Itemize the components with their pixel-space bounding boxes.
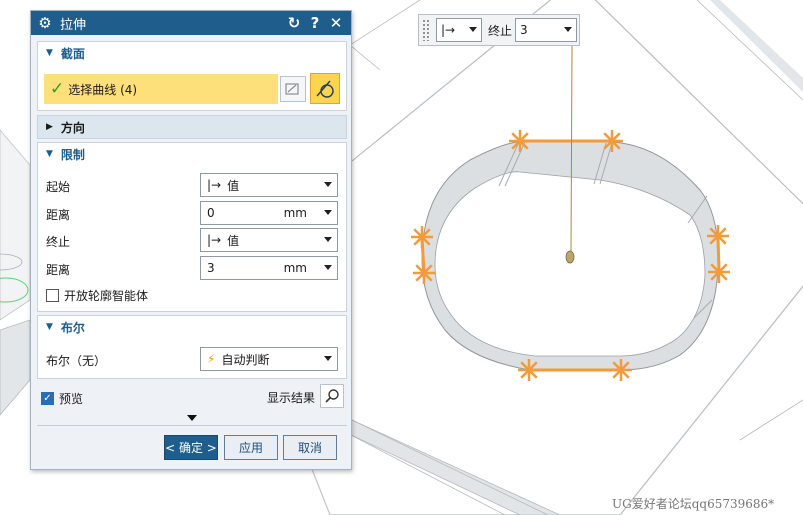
- sketch-section-icon: [285, 83, 299, 95]
- watermark-text: UG爱好者论坛qq65739686*: [612, 497, 775, 511]
- endpoint-handle[interactable]: [411, 226, 433, 248]
- cancel-button[interactable]: 取消: [283, 435, 337, 460]
- drag-handle[interactable]: [565, 250, 575, 264]
- check-icon: ✓: [50, 79, 65, 99]
- start-limit-dropdown[interactable]: |→ 值: [200, 173, 338, 197]
- preview-checkbox[interactable]: ✓: [41, 391, 54, 405]
- limits-group: ▼ 限制 起始 |→ 值 距离 0 mm 终止 |→ 值 距离 3 mm 开放轮…: [37, 142, 347, 312]
- background-part-left: [0, 129, 31, 416]
- chevron-down-icon: [324, 182, 332, 187]
- boolean-label: 布尔（无）: [46, 353, 107, 368]
- expand-triangle-icon: ▼: [46, 322, 53, 332]
- show-result-label: 显示结果: [267, 391, 316, 405]
- collapsed-triangle-icon: ▶: [46, 122, 53, 132]
- section-group: ▼ 截面 ✓ 选择曲线 (4): [37, 41, 347, 111]
- endpoint-handle[interactable]: [601, 130, 623, 152]
- floating-end-distance-input[interactable]: 3: [515, 18, 578, 42]
- chevron-down-icon: [324, 237, 332, 242]
- end-distance-value: 3: [207, 261, 215, 275]
- dialog-title-bar[interactable]: ⚙ 拉伸 ↻ ? ✕: [31, 11, 351, 35]
- start-limit-value: 值: [227, 178, 240, 193]
- chevron-down-icon: [324, 210, 332, 215]
- gear-icon[interactable]: ⚙: [37, 14, 53, 32]
- endpoint-handle[interactable]: [509, 130, 531, 152]
- show-result-button[interactable]: [320, 384, 344, 408]
- help-icon[interactable]: ?: [306, 14, 324, 32]
- direction-group-title: 方向: [60, 120, 85, 135]
- start-distance-value: 0: [207, 206, 215, 220]
- start-distance-unit: mm: [283, 206, 307, 220]
- section-group-title: 截面: [60, 46, 85, 61]
- apply-button[interactable]: 应用: [224, 435, 278, 460]
- endpoint-handle[interactable]: [413, 262, 435, 284]
- close-icon[interactable]: ✕: [327, 14, 345, 32]
- endpoint-handle[interactable]: [610, 359, 632, 381]
- endpoint-handle[interactable]: [708, 261, 730, 283]
- boolean-group: ▼ 布尔 布尔（无） ⚡ 自动判断: [37, 315, 347, 379]
- end-label: 终止: [46, 234, 71, 249]
- start-distance-row: 距离: [46, 203, 70, 225]
- section-group-header[interactable]: ▼ 截面: [38, 42, 346, 64]
- direction-group-header[interactable]: ▶ 方向: [38, 116, 346, 138]
- end-distance-label: 距离: [46, 262, 71, 277]
- boolean-row: 布尔（无）: [46, 349, 106, 371]
- floating-end-label: 终止: [488, 23, 513, 38]
- select-curve-label: 选择曲线 (4): [68, 82, 138, 97]
- open-profile-checkbox[interactable]: [46, 288, 59, 302]
- floating-end-value: 3: [520, 23, 528, 37]
- end-distance-unit: mm: [283, 261, 307, 275]
- extrude-dialog: ⚙ 拉伸 ↻ ? ✕ ▼ 截面 ✓ 选择曲线 (4) ▶ 方向 ▼ 限制 起始 …: [30, 10, 352, 470]
- expand-triangle-icon: ▼: [46, 48, 53, 58]
- chevron-down-icon: [469, 27, 477, 32]
- expand-triangle-icon: ▼: [46, 149, 53, 159]
- curve-select-button[interactable]: [310, 73, 340, 104]
- select-curve-row[interactable]: ✓ 选择曲线 (4): [44, 74, 278, 104]
- open-profile-row[interactable]: 开放轮廓智能体: [46, 284, 148, 306]
- endpoint-handle[interactable]: [518, 359, 540, 381]
- limit-value-icon: |→: [207, 233, 222, 247]
- boolean-group-title: 布尔: [60, 320, 85, 335]
- end-row: 终止: [46, 230, 70, 252]
- end-limit-value: 值: [227, 233, 240, 248]
- limit-value-icon: |→: [207, 178, 222, 192]
- end-limit-dropdown[interactable]: |→ 值: [200, 228, 338, 252]
- ok-button[interactable]: < 确定 >: [164, 435, 218, 460]
- floating-limit-toolbar: |→ 终止 3: [418, 14, 580, 46]
- dialog-title: 拉伸: [60, 17, 87, 33]
- reset-icon[interactable]: ↻: [285, 14, 303, 32]
- preview-row[interactable]: ✓ 预览: [41, 387, 83, 409]
- limit-value-icon: |→: [441, 23, 456, 37]
- more-options-triangle-icon[interactable]: [187, 415, 197, 421]
- endpoint-handle[interactable]: [707, 225, 729, 247]
- limits-group-header[interactable]: ▼ 限制: [38, 143, 346, 165]
- limits-group-title: 限制: [60, 147, 85, 162]
- curve-select-icon: [316, 80, 334, 98]
- start-row: 起始: [46, 175, 70, 197]
- boolean-type-dropdown[interactable]: ⚡ 自动判断: [200, 347, 338, 371]
- end-distance-input[interactable]: 3 mm: [200, 256, 338, 280]
- open-profile-label: 开放轮廓智能体: [64, 288, 149, 303]
- start-distance-input[interactable]: 0 mm: [200, 201, 338, 225]
- boolean-value: 自动判断: [221, 352, 270, 367]
- toolbar-grip-handle[interactable]: [422, 19, 430, 41]
- magnifier-icon: [325, 389, 339, 403]
- chevron-down-icon: [564, 27, 573, 32]
- dialog-divider: [37, 425, 347, 426]
- preview-label: 预览: [59, 391, 84, 406]
- boolean-group-header[interactable]: ▼ 布尔: [38, 316, 346, 338]
- start-label: 起始: [46, 179, 71, 194]
- end-distance-row: 距离: [46, 258, 70, 280]
- direction-group: ▶ 方向: [37, 115, 347, 139]
- sketch-section-button[interactable]: [280, 76, 306, 102]
- lightning-icon: ⚡: [207, 352, 216, 366]
- chevron-down-icon: [324, 356, 332, 361]
- start-distance-label: 距离: [46, 207, 71, 222]
- floating-limit-type-dropdown[interactable]: |→: [436, 18, 482, 42]
- chevron-down-icon: [324, 265, 332, 270]
